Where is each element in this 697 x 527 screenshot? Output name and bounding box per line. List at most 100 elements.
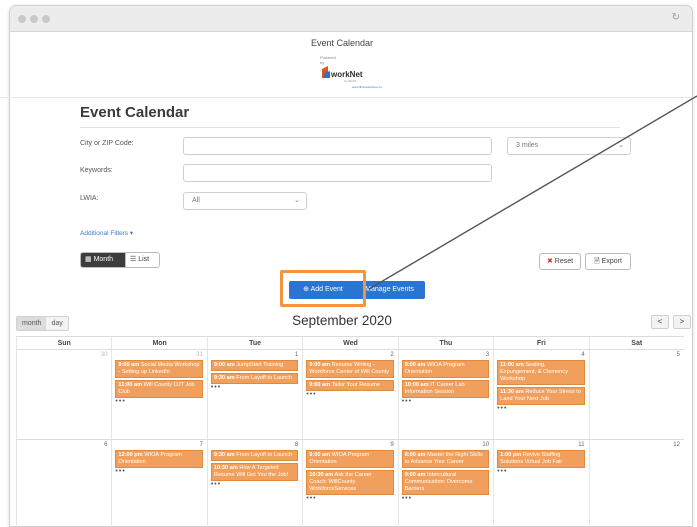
day-header: Mon: [111, 337, 206, 349]
close-dot[interactable]: [18, 15, 26, 23]
day-header: Tue: [206, 337, 302, 349]
calendar-event[interactable]: 11:00 am Sealing, Expungement, & Clemenc…: [497, 360, 585, 385]
event-list: 9:00 am Social Media Workshop - Setting …: [115, 360, 203, 405]
day-cell[interactable]: 11 1:00 pm Revive Staffing Solutions Virt…: [493, 440, 588, 527]
chevron-down-icon: ⌄: [618, 142, 624, 149]
day-number: 1: [294, 352, 299, 358]
day-cell[interactable]: 31 9:00 am Social Media Workshop - Settin…: [111, 350, 206, 439]
calendar-event[interactable]: 10:00 am IT Career Lab Information Sessi…: [401, 380, 490, 398]
calendar-event[interactable]: 10:30 am How A Targeted Resume Will Get …: [210, 463, 299, 481]
day-header: Thu: [397, 337, 493, 349]
header-divider: [0, 97, 697, 98]
event-list: 12:00 pm WIOA Program Orientation •••: [115, 450, 203, 475]
calendar-event[interactable]: 11:30 am Reduce Your Stress to Land Your…: [497, 387, 585, 405]
day-cell[interactable]: 2 9:00 am Resume Writing - Workforce Cent…: [302, 350, 397, 439]
reset-button[interactable]: ✖ Reset: [539, 253, 581, 270]
list-icon: ☰: [130, 256, 137, 263]
more-events-link[interactable]: •••: [497, 468, 584, 475]
day-number: 2: [390, 352, 394, 358]
keywords-input[interactable]: [183, 164, 492, 182]
day-cell[interactable]: 3 9:00 am WIOA Program Orientation 10:00 a…: [397, 350, 493, 439]
lwia-value: All: [192, 197, 200, 204]
more-events-link[interactable]: •••: [306, 495, 393, 502]
event-list: 1:00 pm Revive Staffing Solutions Virtua…: [497, 450, 585, 475]
day-cell[interactable]: 5: [588, 350, 684, 439]
event-time: 11:30 am: [500, 389, 524, 395]
more-events-link[interactable]: •••: [497, 405, 584, 412]
calendar-event[interactable]: 9:00 am WIOA Program Orientation: [306, 450, 394, 468]
more-events-link[interactable]: •••: [115, 468, 202, 475]
list-view-button[interactable]: ☰ List: [125, 253, 159, 267]
event-list: 9:30 am From Layoff to Launch 10:30 am Ho…: [210, 450, 299, 488]
svg-text:www.illinoisworknet.com: www.illinoisworknet.com: [352, 85, 382, 89]
more-events-link[interactable]: •••: [115, 398, 202, 405]
more-events-link[interactable]: •••: [402, 398, 489, 405]
event-time: 9:00 am: [118, 362, 140, 368]
day-number: 11: [578, 442, 585, 448]
more-events-link[interactable]: •••: [402, 495, 489, 502]
event-list: 9:00 am WIOA Program Orientation 10:30 am…: [306, 450, 394, 502]
manage-events-button[interactable]: Manage Events: [353, 281, 425, 299]
day-cell[interactable]: 1 9:00 am JumpStart Training 9:30 am From …: [206, 350, 302, 439]
day-number: 31: [196, 352, 203, 358]
calendar-event[interactable]: 9:30 am From Layoff to Launch: [210, 373, 299, 384]
export-icon: 🗎: [594, 258, 600, 265]
day-cell[interactable]: 8 9:30 am From Layoff to Launch 10:30 am H…: [206, 440, 302, 527]
svg-text:by: by: [320, 60, 324, 65]
week-row: 30 31 9:00 am Social Media Workshop - Sett…: [16, 350, 684, 440]
day-cell[interactable]: 6: [16, 440, 111, 527]
view-toggle: ▦ Month ☰ List: [80, 252, 160, 268]
calendar-event[interactable]: 9:00 am Tailor Your Resume: [306, 380, 394, 391]
day-number: 5: [676, 352, 680, 358]
calendar-event[interactable]: 11:00 am Will County OJT Job Club: [115, 380, 203, 398]
add-event-button[interactable]: ⊕ Add Event: [289, 281, 357, 299]
title-bar: ↻: [10, 6, 692, 32]
city-zip-input[interactable]: [183, 137, 492, 155]
more-events-link[interactable]: •••: [211, 384, 298, 391]
calendar-event[interactable]: 10:30 am Ask the Career Coach: WillCount…: [306, 470, 394, 495]
calendar-event[interactable]: 8:00 am Master the Right Skills to Advan…: [401, 450, 490, 468]
event-title: From Layoff to Launch: [236, 375, 293, 381]
calendar-event[interactable]: 9:30 am From Layoff to Launch: [210, 450, 299, 461]
add-event-label: Add Event: [310, 286, 343, 293]
calendar-event[interactable]: 9:00 am Intercultural Communication: Ove…: [401, 470, 490, 495]
minimize-dot[interactable]: [30, 15, 38, 23]
calendar-event[interactable]: 9:00 am JumpStart Training: [210, 360, 299, 371]
zoom-dot[interactable]: [42, 15, 50, 23]
calendar-event[interactable]: 9:00 am WIOA Program Orientation: [401, 360, 490, 378]
day-cell[interactable]: 7 12:00 pm WIOA Program Orientation •••: [111, 440, 206, 527]
lwia-select[interactable]: All ⌄: [183, 192, 307, 210]
day-cell[interactable]: 4 11:00 am Sealing, Expungement, & Clemen…: [493, 350, 588, 439]
reload-icon[interactable]: ↻: [672, 12, 680, 23]
day-cell[interactable]: 9 9:00 am WIOA Program Orientation 10:30 a…: [302, 440, 397, 527]
additional-filters-link[interactable]: Additional Filters ▾: [80, 229, 133, 237]
event-time: 1:00 pm: [500, 452, 522, 458]
event-time: 8:00 am: [404, 452, 426, 458]
event-time: 9:00 am: [309, 362, 331, 368]
more-events-link[interactable]: •••: [306, 391, 393, 398]
day-cell[interactable]: 30: [16, 350, 111, 439]
month-view-button[interactable]: ▦ Month: [81, 253, 125, 267]
next-month-button[interactable]: >: [673, 315, 691, 329]
prev-month-button[interactable]: <: [651, 315, 669, 329]
day-header: Fri: [493, 337, 588, 349]
radius-select[interactable]: 3 miles ⌄: [507, 137, 631, 155]
event-list: 9:00 am WIOA Program Orientation 10:00 am…: [401, 360, 490, 405]
event-title: From Layoff to Launch: [236, 452, 293, 458]
event-list: 9:00 am JumpStart Training 9:30 am From L…: [210, 360, 299, 391]
day-cell[interactable]: 10 8:00 am Master the Right Skills to Adv…: [397, 440, 493, 527]
week-row: 6 7 12:00 pm WIOA Program Orientation ••• 8 9…: [16, 440, 684, 527]
svg-text:workNet: workNet: [330, 70, 363, 79]
day-number: 7: [199, 442, 203, 448]
calendar-event[interactable]: 9:00 am Social Media Workshop - Setting …: [115, 360, 203, 378]
more-events-link[interactable]: •••: [211, 481, 298, 488]
event-time: 9:00 am: [309, 452, 331, 458]
calendar-event[interactable]: 9:00 am Resume Writing - Workforce Cente…: [306, 360, 394, 378]
calendar-event[interactable]: 12:00 pm WIOA Program Orientation: [115, 450, 203, 468]
day-cell[interactable]: 12: [588, 440, 684, 527]
calendar-event[interactable]: 1:00 pm Revive Staffing Solutions Virtua…: [497, 450, 585, 468]
lwia-label: LWIA:: [80, 195, 99, 202]
site-title: Event Calendar: [310, 38, 374, 48]
export-button[interactable]: 🗎 Export: [585, 253, 631, 270]
event-time: 9:00 am: [309, 382, 331, 388]
